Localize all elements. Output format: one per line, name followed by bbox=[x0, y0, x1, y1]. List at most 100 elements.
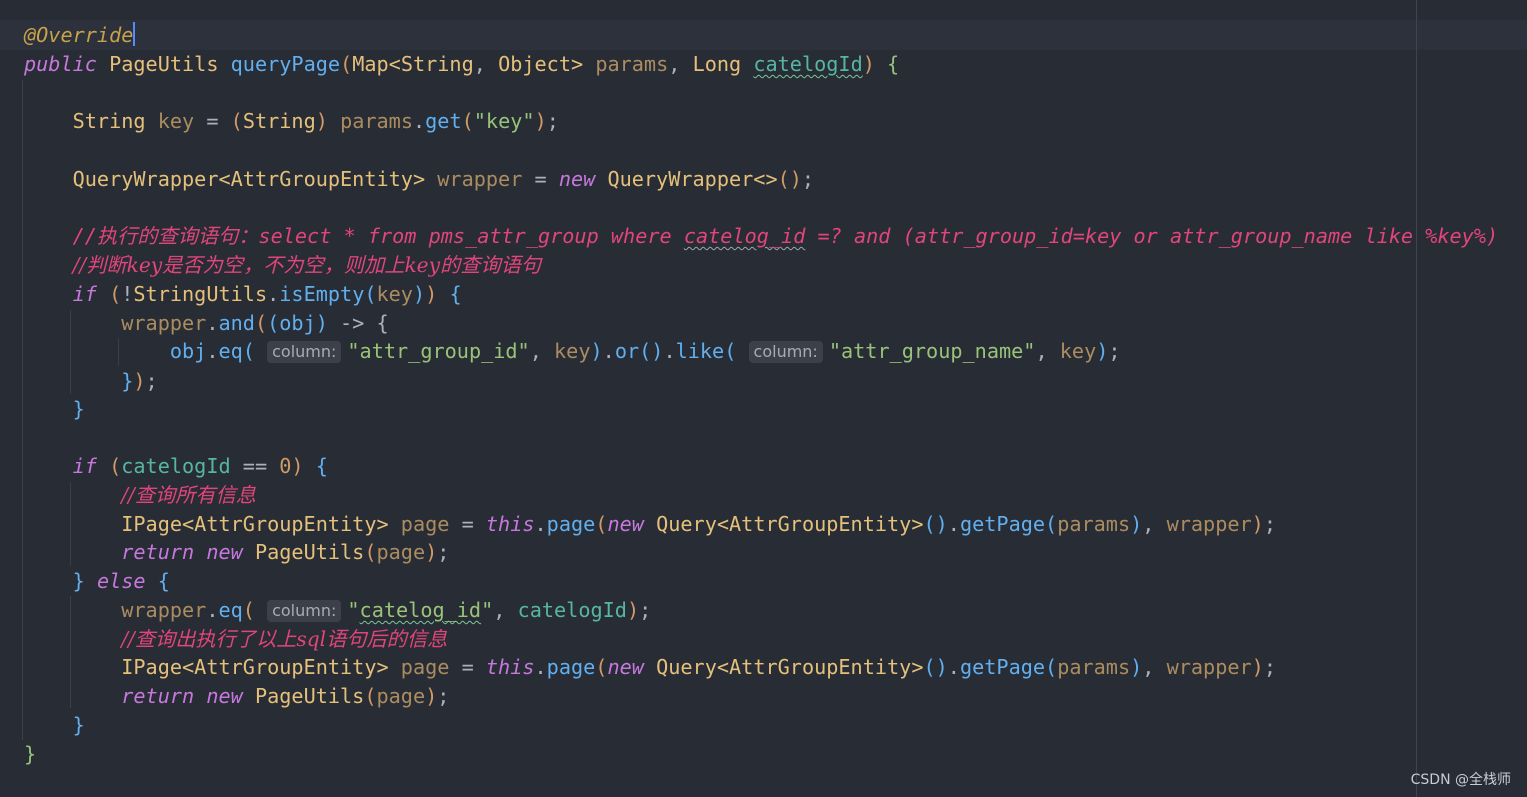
paren: ( bbox=[242, 598, 255, 622]
comma: , bbox=[1142, 655, 1167, 679]
dot: . bbox=[534, 512, 547, 536]
method-name: or bbox=[614, 339, 640, 363]
angle: <> bbox=[753, 167, 778, 191]
code-line[interactable]: } bbox=[24, 395, 85, 423]
type-name: String bbox=[72, 109, 146, 133]
comment: //判断key是否为空，不为空，则加上key的查询语句 bbox=[72, 253, 541, 277]
method-name: get bbox=[425, 109, 462, 133]
paren: ( bbox=[724, 339, 737, 363]
code-line[interactable]: } bbox=[24, 740, 36, 768]
type-name: PageUtils bbox=[254, 540, 365, 564]
paren: ( bbox=[109, 282, 122, 306]
angle: > bbox=[571, 52, 584, 76]
code-line[interactable]: @Override bbox=[24, 21, 136, 49]
code-line[interactable]: return new PageUtils(page); bbox=[24, 682, 449, 710]
variable-name: page bbox=[376, 540, 426, 564]
angle: > bbox=[376, 512, 389, 536]
type-name: StringUtils bbox=[133, 282, 268, 306]
semicolon: ; bbox=[801, 167, 815, 191]
code-line[interactable]: if (!StringUtils.isEmpty(key)) { bbox=[24, 280, 462, 308]
code-line[interactable]: public PageUtils queryPage(Map<String, O… bbox=[24, 50, 899, 78]
type-name: PageUtils bbox=[109, 52, 219, 76]
code-line[interactable]: if (catelogId == 0) { bbox=[24, 452, 328, 480]
brace: { bbox=[315, 454, 328, 478]
semicolon: ; bbox=[1108, 339, 1121, 363]
paren: ( bbox=[364, 540, 377, 564]
string-literal: " bbox=[481, 598, 494, 622]
param-name: params bbox=[595, 52, 669, 76]
dot: . bbox=[206, 598, 219, 622]
brace: { bbox=[376, 311, 389, 335]
dot: . bbox=[206, 311, 219, 335]
operator: = bbox=[461, 655, 474, 679]
dot: . bbox=[947, 655, 960, 679]
number-literal: 0 bbox=[279, 454, 292, 478]
code-line[interactable]: wrapper.and((obj) -> { bbox=[24, 309, 389, 337]
paren: ) bbox=[315, 311, 328, 335]
lambda-param: obj bbox=[279, 311, 316, 335]
type-name: Query bbox=[656, 512, 717, 536]
dot: . bbox=[602, 339, 615, 363]
keyword: else bbox=[96, 569, 146, 593]
keyword: new bbox=[206, 540, 243, 564]
dot: . bbox=[267, 282, 280, 306]
code-line[interactable]: //执行的查询语句：select * from pms_attr_group w… bbox=[24, 222, 1499, 250]
paren: ) bbox=[862, 52, 875, 76]
paren: ( bbox=[267, 311, 280, 335]
semicolon: ; bbox=[145, 369, 158, 393]
parameter-hint: column: bbox=[748, 341, 823, 363]
code-line[interactable]: }); bbox=[24, 367, 158, 395]
semicolon: ; bbox=[639, 598, 652, 622]
code-line[interactable]: //查询出执行了以上sql语句后的信息 bbox=[24, 625, 447, 653]
operator: == bbox=[242, 454, 268, 478]
type-name: QueryWrapper bbox=[607, 167, 754, 191]
method-name: isEmpty bbox=[279, 282, 365, 306]
code-line[interactable]: wrapper.eq( column: "catelog_id", catelog… bbox=[24, 596, 651, 624]
code-line[interactable]: IPage<AttrGroupEntity> page = this.page(… bbox=[24, 510, 1276, 538]
method-name: page bbox=[546, 512, 596, 536]
comma: , bbox=[493, 598, 518, 622]
type-name: AttrGroupEntity bbox=[729, 512, 912, 536]
semicolon: ; bbox=[437, 684, 450, 708]
code-line[interactable]: return new PageUtils(page); bbox=[24, 538, 449, 566]
method-name: getPage bbox=[959, 655, 1046, 679]
parameter-hint: column: bbox=[267, 341, 342, 363]
string-literal: "attr_group_name" bbox=[828, 339, 1036, 363]
code-line[interactable]: IPage<AttrGroupEntity> page = this.page(… bbox=[24, 653, 1276, 681]
code-line[interactable]: //判断key是否为空，不为空，则加上key的查询语句 bbox=[24, 251, 541, 279]
code-line[interactable]: String key = (String) params.get("key"); bbox=[24, 107, 559, 135]
paren: ( bbox=[595, 512, 608, 536]
variable-name: key bbox=[157, 109, 195, 133]
code-line[interactable]: obj.eq( column: "attr_group_id", key).or(… bbox=[24, 337, 1121, 365]
method-name: and bbox=[218, 311, 255, 335]
operator: = bbox=[461, 512, 474, 536]
brace: } bbox=[72, 397, 85, 421]
method-name: getPage bbox=[959, 512, 1046, 536]
type-name: AttrGroupEntity bbox=[729, 655, 912, 679]
lambda-param: obj bbox=[169, 339, 207, 363]
comma: , bbox=[529, 339, 555, 363]
keyword: public bbox=[24, 52, 97, 76]
code-line[interactable]: } bbox=[24, 711, 85, 739]
code-editor[interactable]: @Override public PageUtils queryPage(Map… bbox=[0, 0, 1527, 797]
keyword: return bbox=[121, 684, 195, 708]
comma: , bbox=[1142, 512, 1167, 536]
code-line[interactable]: QueryWrapper<AttrGroupEntity> wrapper = … bbox=[24, 165, 814, 193]
brace: } bbox=[121, 369, 134, 393]
method-name: like bbox=[675, 339, 725, 363]
method-name: eq bbox=[218, 339, 243, 363]
angle: < bbox=[182, 655, 195, 679]
code-line[interactable]: } else { bbox=[24, 567, 170, 595]
string-literal: "attr_group_id" bbox=[347, 339, 530, 363]
type-name: AttrGroupEntity bbox=[194, 655, 377, 679]
paren: () bbox=[923, 512, 948, 536]
semicolon: ; bbox=[546, 109, 559, 133]
comment: =? and (attr_group_id=key or attr_group_… bbox=[805, 224, 1499, 248]
paren: ) bbox=[412, 282, 426, 306]
code-line[interactable]: //查询所有信息 bbox=[24, 481, 256, 509]
keyword: this bbox=[485, 512, 535, 536]
paren: ) bbox=[590, 339, 603, 363]
method-name: queryPage bbox=[230, 52, 341, 76]
variable-name: page bbox=[376, 684, 426, 708]
comment: //查询所有信息 bbox=[121, 483, 256, 507]
